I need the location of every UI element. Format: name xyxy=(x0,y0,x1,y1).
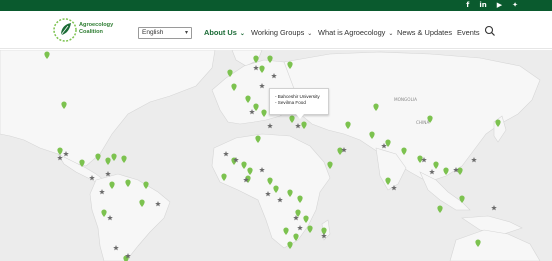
member-star-marker[interactable] xyxy=(491,205,497,211)
member-pin-marker[interactable] xyxy=(287,241,293,250)
member-star-marker[interactable] xyxy=(471,157,477,163)
map-label-china: CHINA xyxy=(416,120,430,125)
top-bar: f in ▶ ✦ xyxy=(0,0,552,11)
member-pin-marker[interactable] xyxy=(307,225,313,234)
nav-working-groups[interactable]: Working Groups ⌄ xyxy=(251,28,312,39)
social-links: f in ▶ ✦ xyxy=(466,1,518,10)
member-pin-marker[interactable] xyxy=(121,155,127,164)
member-pin-marker[interactable] xyxy=(457,167,463,176)
map-label-mongolia: MONGOLIA xyxy=(394,97,418,102)
chevron-down-icon: ▾ xyxy=(184,30,188,36)
nav-about-us-label: About Us xyxy=(204,28,237,37)
popup-pointer xyxy=(296,114,304,119)
leaf-logo-icon xyxy=(53,18,77,42)
member-pin-marker[interactable] xyxy=(327,161,333,170)
member-pin-marker[interactable] xyxy=(105,157,111,166)
nav-what-is-agroecology[interactable]: What is Agroecology ⌄ xyxy=(318,28,393,39)
member-pin-marker[interactable] xyxy=(95,153,101,162)
member-pin-marker[interactable] xyxy=(111,153,117,162)
popup-line-2: - Sevilma Food xyxy=(275,100,306,105)
chevron-down-icon: ⌄ xyxy=(307,31,313,37)
nav-events-label: Events xyxy=(457,28,480,37)
site-header: Agroecology Coalition English ▾ About Us… xyxy=(0,11,552,49)
member-star-marker[interactable] xyxy=(105,171,111,177)
nav-events[interactable]: Events xyxy=(457,28,480,38)
bluesky-icon[interactable]: ✦ xyxy=(512,1,518,10)
logo-text-line1: Agroecology xyxy=(79,22,114,28)
search-icon[interactable] xyxy=(484,25,496,37)
member-pin-marker[interactable] xyxy=(289,115,295,124)
chevron-down-icon: ⌄ xyxy=(388,31,394,37)
nav-news-updates[interactable]: News & Updates xyxy=(397,28,452,38)
language-value: English xyxy=(142,29,164,36)
nav-working-groups-label: Working Groups xyxy=(251,28,305,37)
member-star-marker[interactable] xyxy=(295,123,301,129)
agroecology-coalition-logo[interactable]: Agroecology Coalition xyxy=(52,15,132,47)
facebook-icon[interactable]: f xyxy=(466,1,469,10)
language-select[interactable]: English ▾ xyxy=(138,27,192,39)
nav-news-label: News & Updates xyxy=(397,28,453,37)
linkedin-icon[interactable]: in xyxy=(479,1,486,10)
chevron-down-icon: ⌄ xyxy=(239,31,245,37)
member-pin-marker[interactable] xyxy=(337,147,343,156)
members-world-map[interactable]: MONGOLIA CHINA xyxy=(0,50,552,261)
member-star-marker[interactable] xyxy=(267,123,273,129)
map-popup: - Bahceshir University - Sevilma Food xyxy=(269,88,329,115)
world-map-canvas[interactable] xyxy=(0,50,552,261)
nav-about-us[interactable]: About Us ⌄ xyxy=(204,28,245,39)
youtube-icon[interactable]: ▶ xyxy=(497,1,502,10)
logo-text-line2: Coalition xyxy=(79,29,103,35)
nav-what-is-label: What is Agroecology xyxy=(318,28,386,37)
member-pin-marker[interactable] xyxy=(301,121,307,130)
member-pin-marker[interactable] xyxy=(437,205,443,214)
